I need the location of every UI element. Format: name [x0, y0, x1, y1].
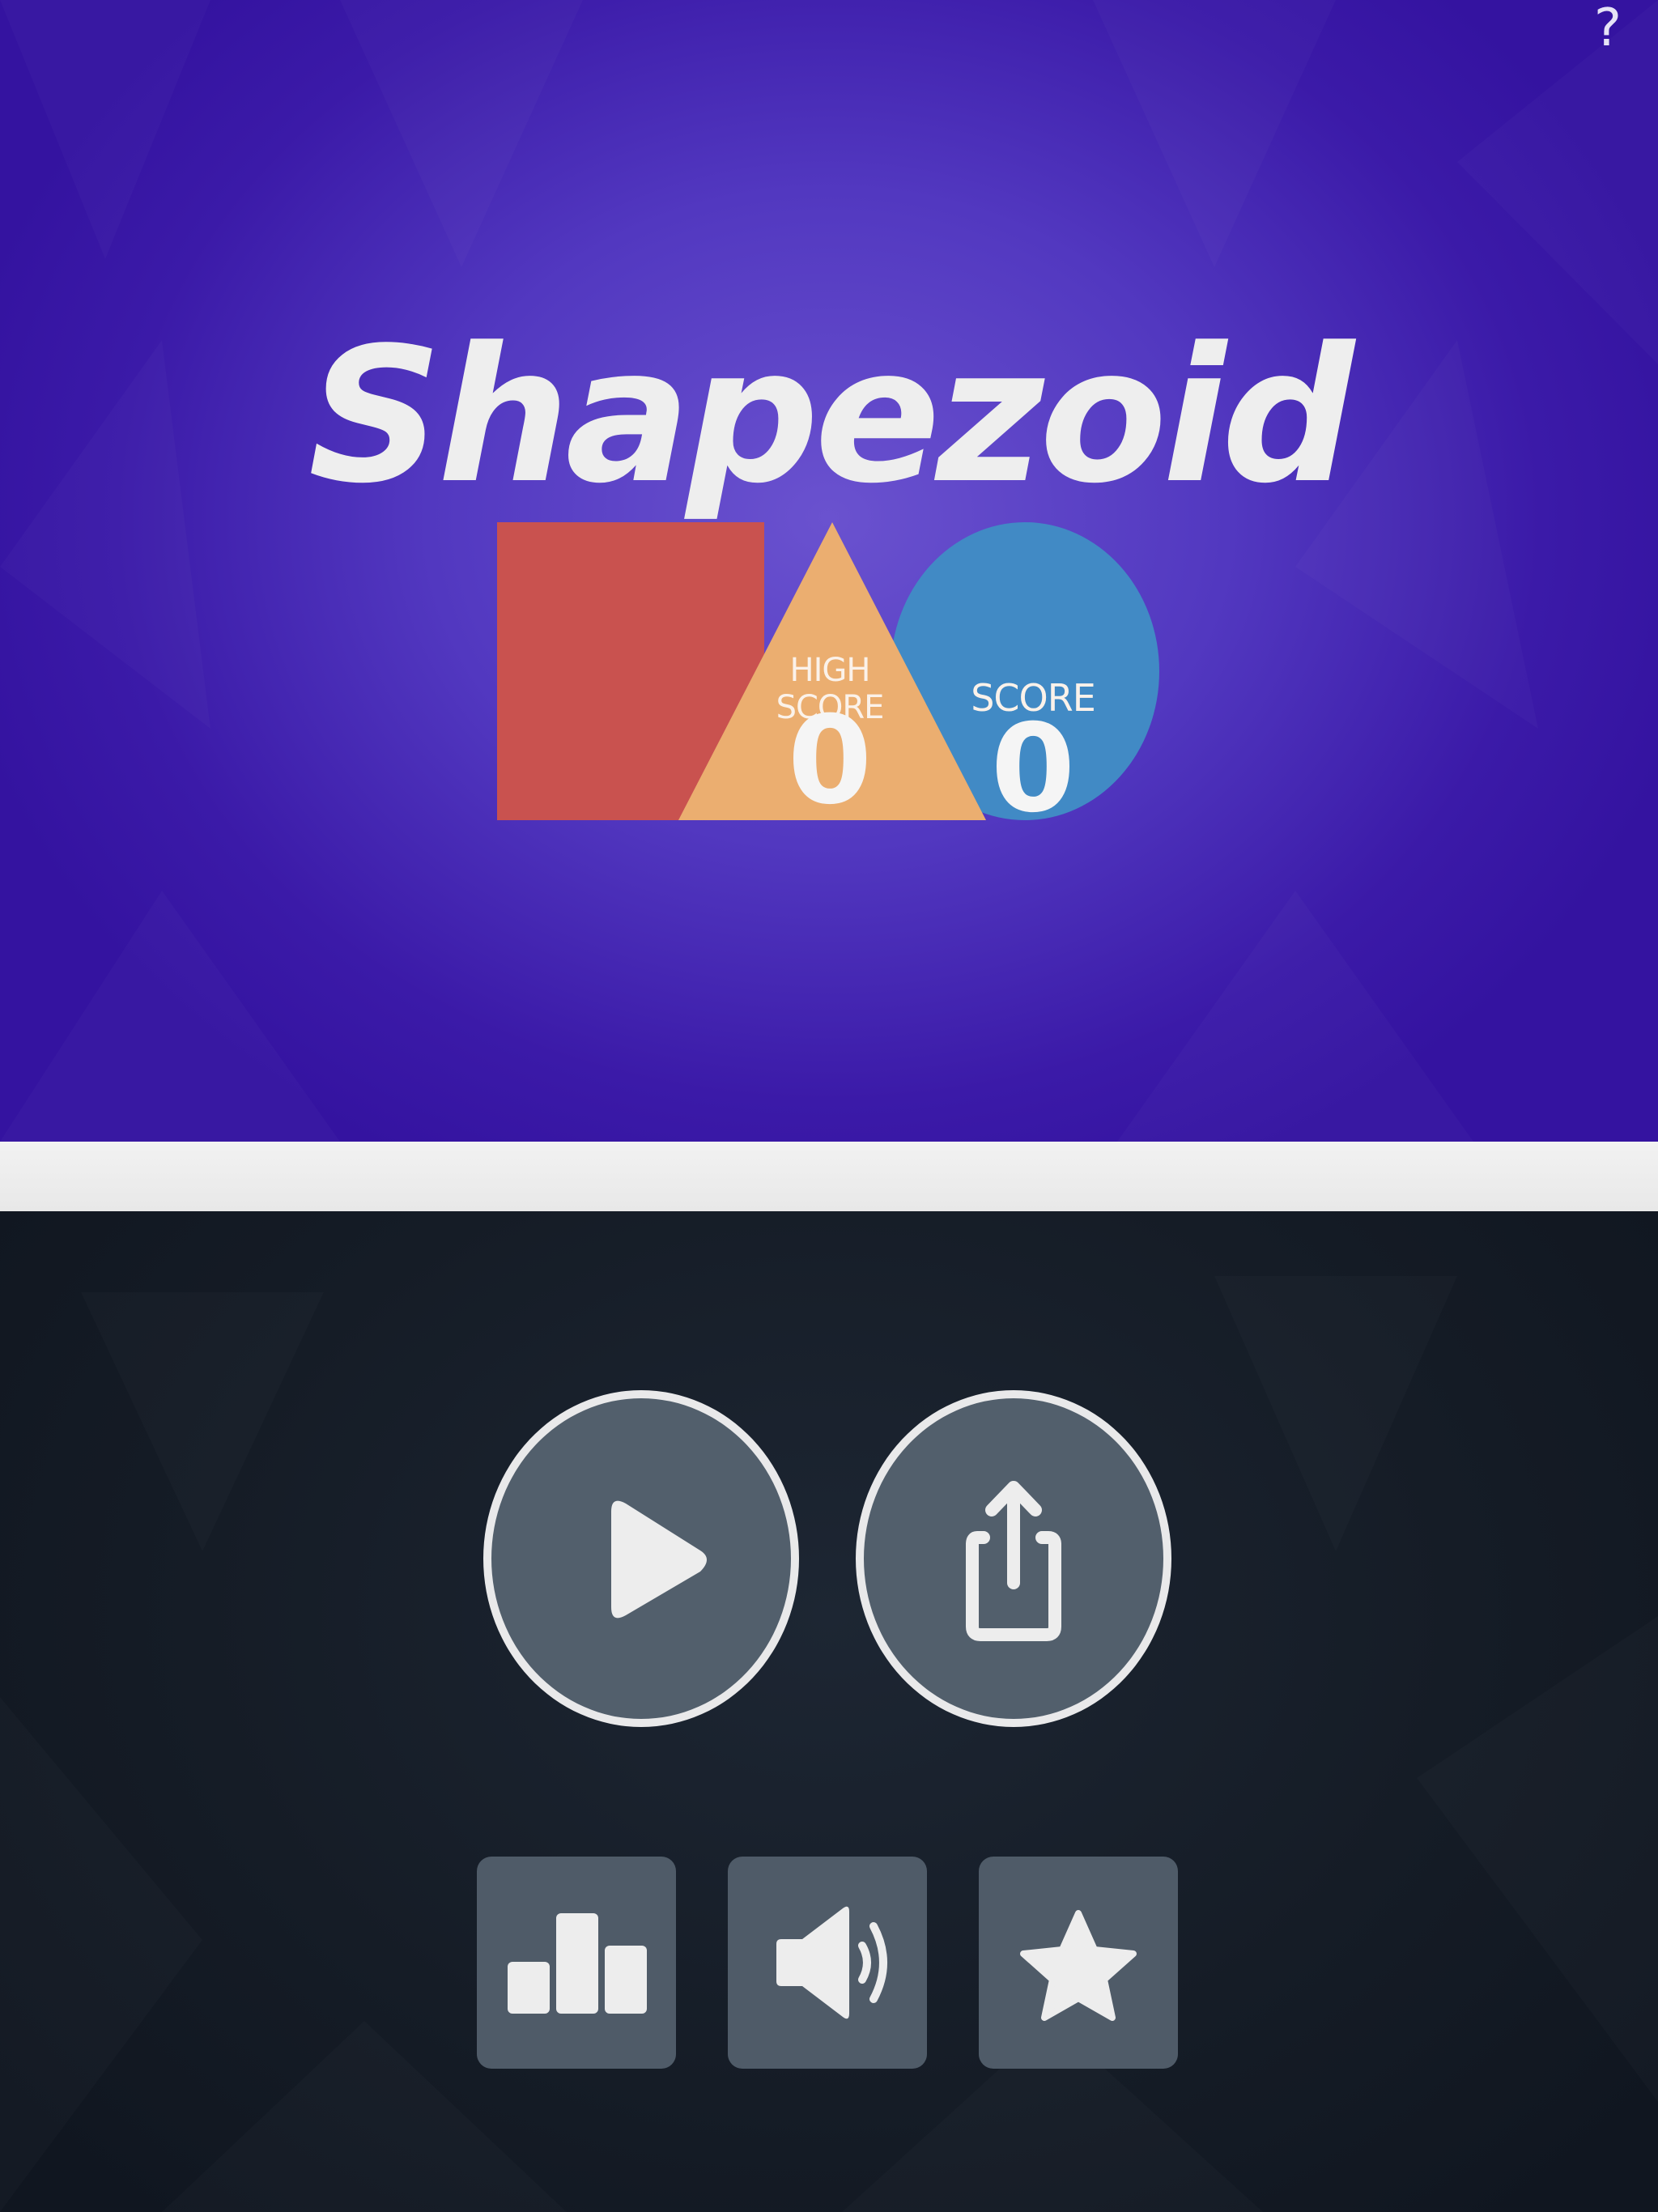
- title-panel: ? Shapezoid HIGH SCORE 0 SCORE 0: [0, 0, 1658, 1142]
- leaderboard-button[interactable]: [477, 1857, 676, 2069]
- shapes-graphic: [497, 522, 1159, 820]
- divider-bar: [0, 1142, 1658, 1211]
- rate-button[interactable]: [979, 1857, 1178, 2069]
- share-button[interactable]: [856, 1390, 1171, 1727]
- leaderboard-icon: [508, 1913, 647, 2014]
- share-icon: [966, 1481, 1061, 1641]
- play-button[interactable]: [483, 1390, 799, 1727]
- score-value: 0: [990, 699, 1076, 840]
- sound-icon: [776, 1906, 887, 2019]
- play-icon: [611, 1500, 707, 1619]
- sound-button[interactable]: [728, 1857, 927, 2069]
- high-score-value: 0: [787, 691, 873, 832]
- star-icon: [1020, 1910, 1137, 2021]
